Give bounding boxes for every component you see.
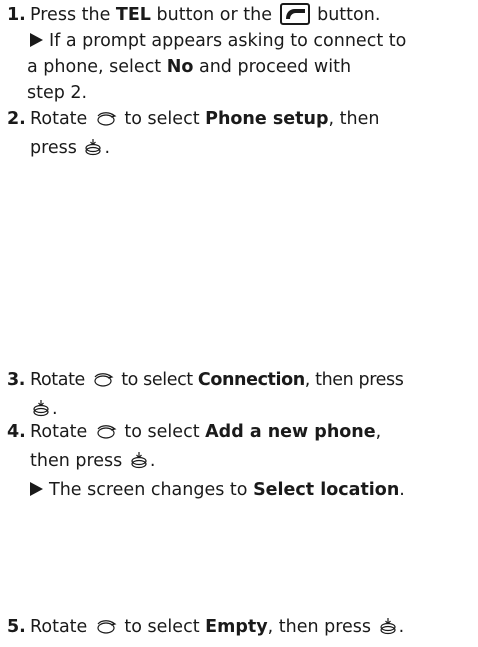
interface-dial-press-icon <box>130 451 148 477</box>
interface-dial-rotate-icon <box>95 422 117 448</box>
interface-dial-rotate-icon <box>95 617 117 643</box>
step-number: 3. <box>7 370 26 390</box>
tel-button-label: TEL <box>115 5 151 25</box>
step-number: 4. <box>7 422 26 442</box>
interface-dial-press-icon <box>379 617 397 643</box>
step-1-note: If a prompt appears asking to connect to <box>7 28 473 54</box>
step-number: 2. <box>7 109 26 129</box>
step-4: 4. Rotate to select Add a new phone, then… <box>7 419 473 503</box>
triangle-bullet-icon <box>30 482 43 496</box>
step-number: 5. <box>7 617 26 637</box>
interface-dial-rotate-icon <box>92 370 114 396</box>
step-1-text: 1. Press the TEL button or the button. <box>7 2 473 28</box>
interface-dial-press-icon <box>84 138 102 164</box>
step-1: 1. Press the TEL button or the button. If… <box>7 2 473 106</box>
step-2: 2. Rotate to select Phone setup, then pre… <box>7 106 473 164</box>
triangle-bullet-icon <box>30 33 43 47</box>
step-5: 5. Rotate to select Empty, then press . <box>7 614 473 643</box>
step-4-note: The screen changes to Select location. <box>7 477 473 503</box>
step-number: 1. <box>7 5 26 25</box>
phone-button-icon <box>279 3 310 25</box>
step-3: 3. Rotate to select Connection, then pres… <box>7 367 473 425</box>
interface-dial-rotate-icon <box>95 109 117 135</box>
